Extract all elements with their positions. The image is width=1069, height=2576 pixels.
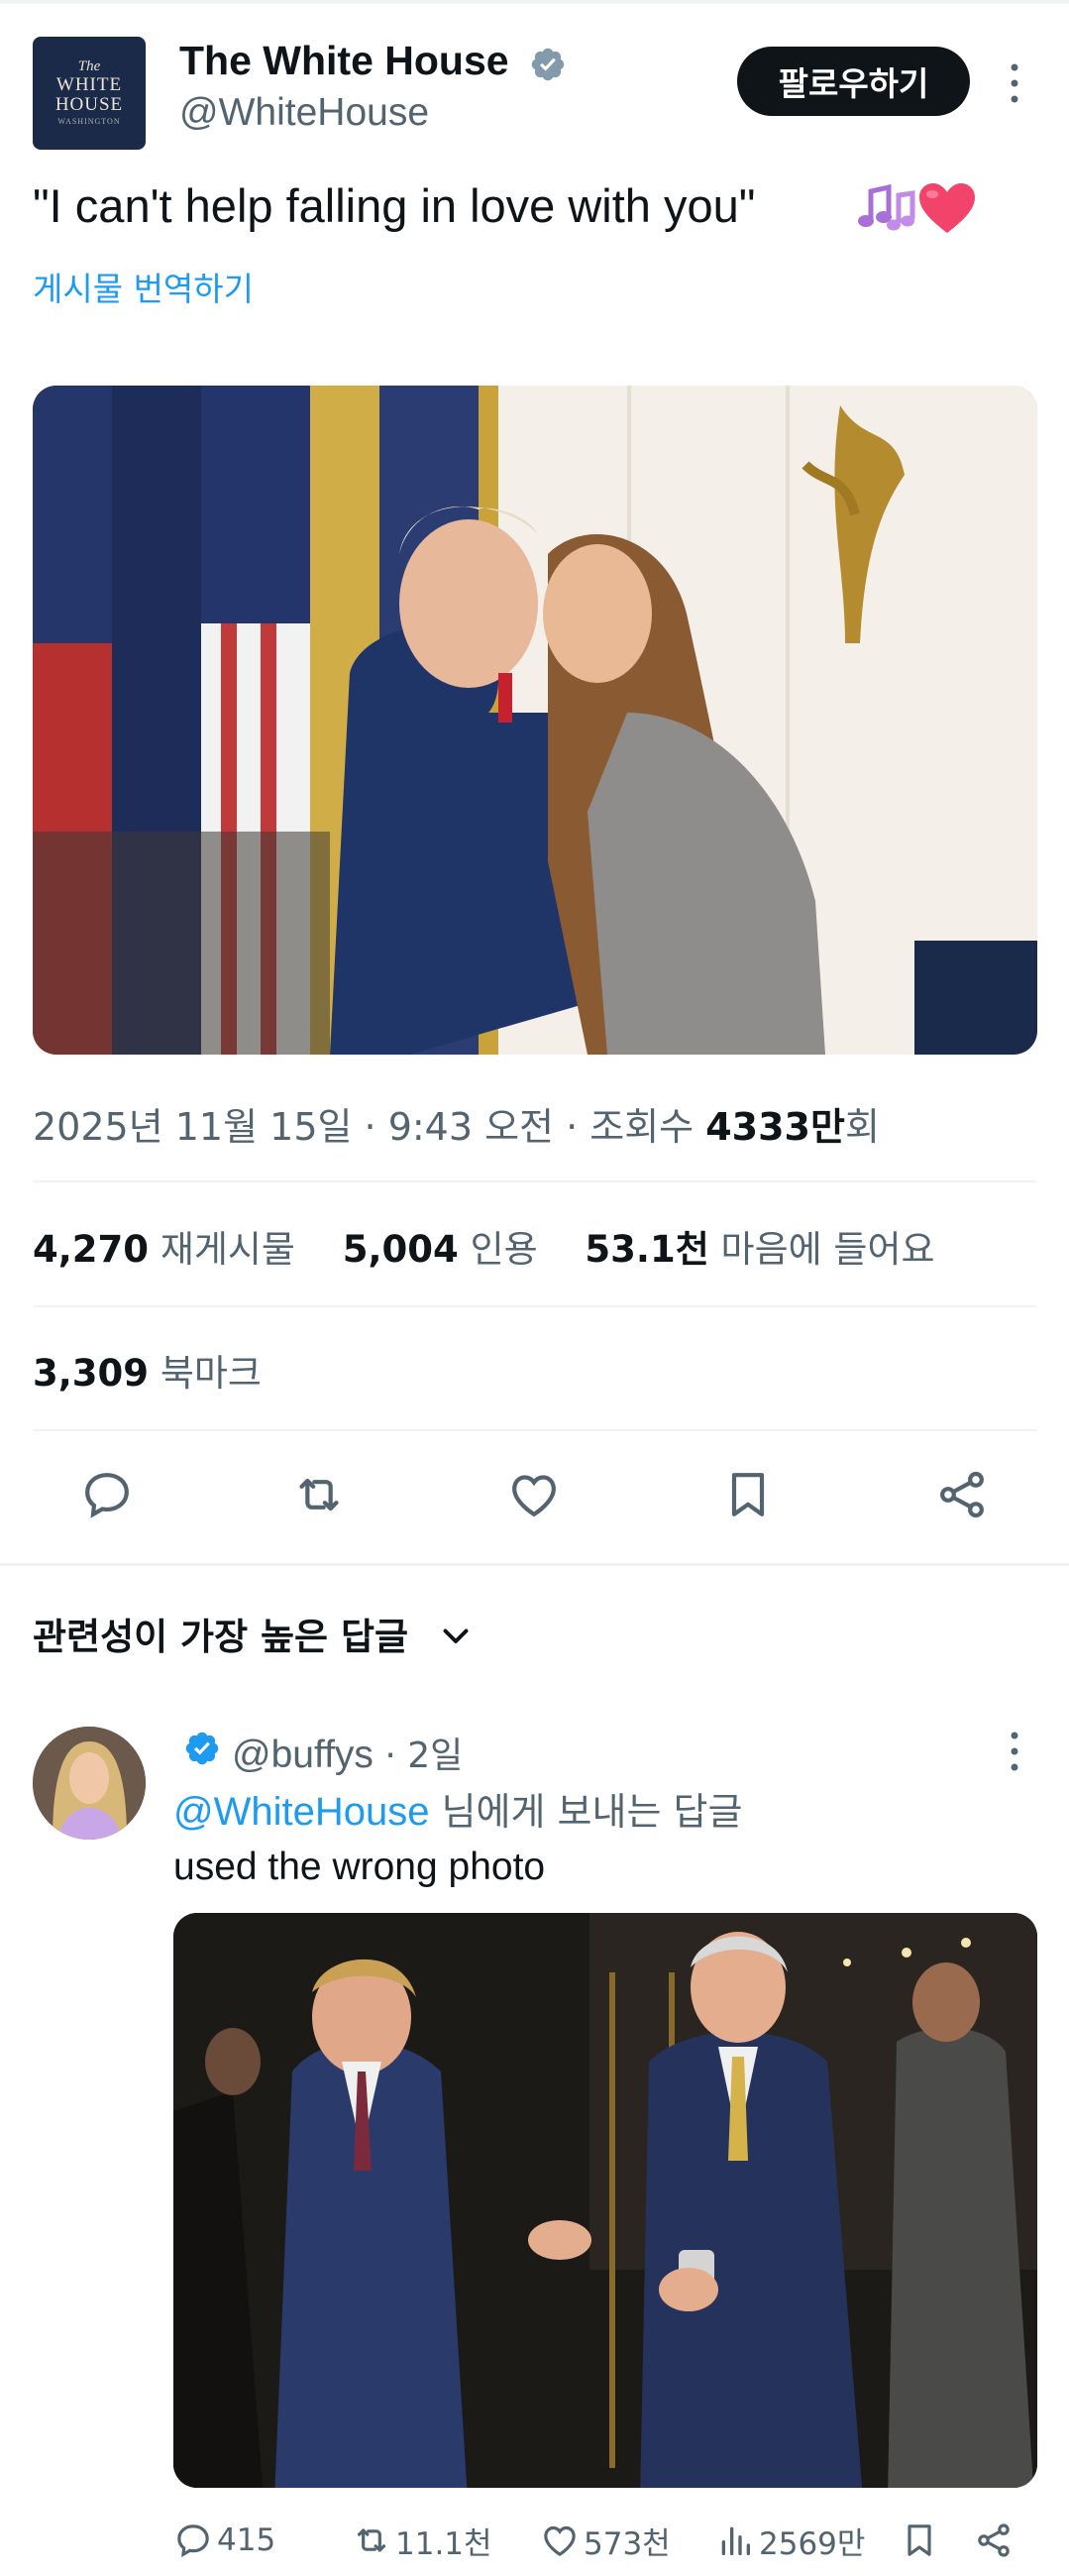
reply-views-button[interactable]: 2569만	[715, 2516, 865, 2565]
reply-to-suffix: 님에게 보내는 답글	[429, 1790, 743, 1834]
tweet-text: "I can't help falling in love with you"	[33, 179, 756, 232]
tweet-action-bar	[0, 1467, 1069, 1526]
reply-text: used the wrong photo	[173, 1846, 546, 1888]
reply-reposts-count: 11.1천	[395, 2525, 492, 2562]
avatar-text-line: WHITE	[55, 74, 123, 96]
reply-share-button[interactable]	[974, 2516, 1017, 2565]
reply-likes-count: 573천	[584, 2525, 671, 2562]
bookmark-icon	[908, 2524, 931, 2556]
divider	[33, 1305, 1037, 1307]
bookmarks-count: 3,309	[33, 1352, 150, 1395]
reply-author-meta: @buffys · 2일	[232, 1727, 463, 1778]
tweet-photo[interactable]	[33, 386, 1037, 1055]
section-divider	[0, 1563, 1069, 1566]
translate-post-link[interactable]: 게시물 번역하기	[33, 263, 254, 310]
reply-icon	[177, 2524, 209, 2558]
bookmark-icon[interactable]	[720, 1467, 776, 1522]
musical-notes-emoji-icon	[858, 183, 915, 231]
divider	[33, 1429, 1037, 1431]
reposts-label[interactable]: 재게시물	[160, 1228, 295, 1271]
views-chart-icon	[721, 2526, 750, 2555]
post-metadata: 2025년 11월 15일 · 9:43 오전 · 조회수 4333만회	[33, 1096, 880, 1151]
share-icon[interactable]	[934, 1467, 990, 1522]
quotes-label[interactable]: 인용	[471, 1228, 538, 1271]
reposts-count[interactable]: 4,270	[33, 1228, 149, 1271]
replies-sort-label[interactable]: 관련성이 가장 높은 답글	[33, 1607, 408, 1660]
reply-bookmark-button[interactable]	[900, 2516, 943, 2565]
reply-comment-button[interactable]: 415	[173, 2516, 275, 2565]
view-count-suffix: 회	[844, 1105, 880, 1149]
verified-badge-icon	[531, 48, 565, 81]
more-options-icon[interactable]	[1007, 61, 1022, 105]
avatar-text-line: WASHINGTON	[57, 117, 121, 127]
heart-emoji-icon	[919, 183, 975, 233]
follow-button[interactable]: 팔로우하기	[737, 47, 970, 116]
author-handle[interactable]: @WhiteHouse	[179, 91, 429, 135]
like-icon[interactable]	[506, 1467, 562, 1522]
avatar-text-line: HOUSE	[54, 94, 124, 116]
repost-icon	[357, 2528, 386, 2552]
bookmarks-stat: 3,309 북마크	[33, 1343, 262, 1397]
top-divider	[0, 0, 1069, 4]
likes-count[interactable]: 53.1천	[585, 1228, 708, 1271]
reply-views-count: 2569만	[759, 2525, 866, 2562]
share-icon	[978, 2523, 1010, 2557]
author-name[interactable]: The White House	[179, 38, 509, 84]
reply-icon[interactable]	[79, 1467, 135, 1522]
avatar-text-line: The	[77, 58, 101, 75]
post-date-time: 2025년 11월 15일 · 9:43 오전 · 조회수	[33, 1105, 706, 1149]
reply-photo[interactable]	[173, 1913, 1037, 2488]
reply-to-mention[interactable]: @WhiteHouse	[173, 1790, 429, 1834]
view-count: 4333만	[705, 1105, 845, 1149]
reply-action-bar: 415 11.1천 573천 2569만	[0, 2516, 1069, 2565]
reply-repost-button[interactable]: 11.1천	[352, 2516, 492, 2565]
quotes-count[interactable]: 5,004	[343, 1228, 459, 1271]
engagement-stats: 4,270 재게시물 5,004 인용 53.1천 마음에 들어요	[33, 1219, 971, 1273]
like-icon	[544, 2525, 576, 2557]
chevron-down-icon[interactable]	[438, 1618, 474, 1653]
reply-like-button[interactable]: 573천	[540, 2516, 671, 2565]
bookmarks-label: 북마크	[160, 1352, 262, 1395]
replying-to: @WhiteHouse 님에게 보내는 답글	[173, 1781, 742, 1836]
more-options-icon[interactable]	[1007, 1730, 1022, 1773]
verified-badge-icon	[185, 1732, 219, 1765]
white-house-avatar[interactable]: The WHITE HOUSE WASHINGTON	[33, 37, 146, 150]
reply-author-avatar[interactable]	[33, 1727, 146, 1840]
reply-replies-count: 415	[217, 2522, 276, 2558]
repost-icon[interactable]	[291, 1467, 347, 1522]
likes-label[interactable]: 마음에 들어요	[721, 1228, 935, 1271]
reply-author-handle[interactable]: @buffys	[232, 1734, 374, 1776]
divider	[33, 1180, 1037, 1182]
reply-time: · 2일	[373, 1736, 464, 1776]
